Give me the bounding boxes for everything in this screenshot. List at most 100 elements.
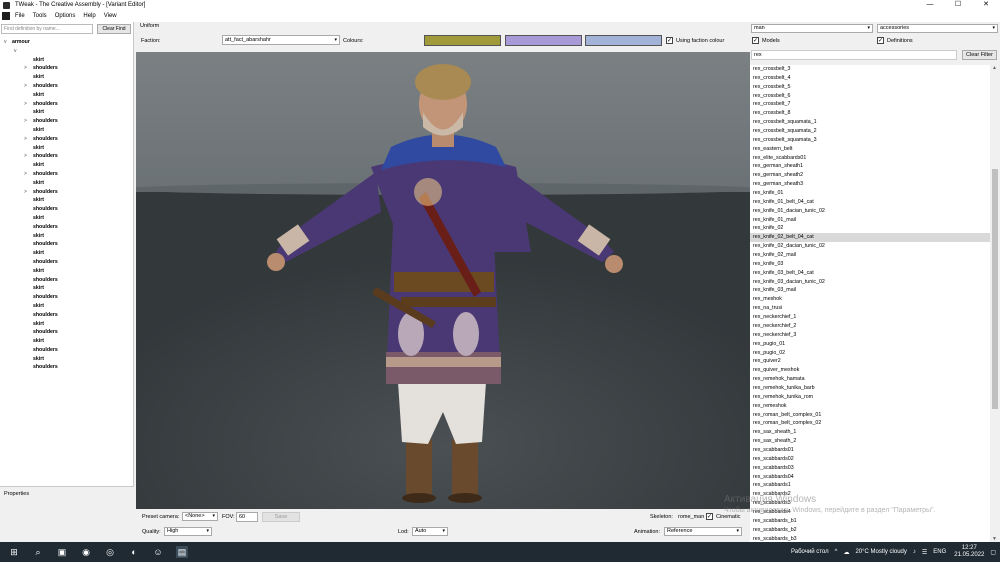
colour-swatch-3[interactable] (585, 35, 662, 46)
tree-item[interactable]: skirt (0, 214, 133, 223)
asset-list-item[interactable]: rex_eastern_belt (750, 145, 990, 154)
asset-list-item[interactable]: rex_knife_02_dacian_tunic_02 (750, 242, 990, 251)
tree-root[interactable]: v armour (0, 38, 133, 47)
asset-list-item[interactable]: rex_scabbards03 (750, 464, 990, 473)
asset-list-item[interactable]: rex_crossbelt_squamata_3 (750, 136, 990, 145)
tree-item[interactable]: skirt (0, 284, 133, 293)
tree-item[interactable]: skirt (0, 267, 133, 276)
model-viewport[interactable] (136, 52, 750, 509)
menu-options[interactable]: Options (55, 13, 76, 19)
tree-item[interactable]: skirt (0, 320, 133, 329)
animation-select[interactable]: Reference ▾ (664, 527, 742, 536)
asset-list-item[interactable]: rex_knife_03 (750, 260, 990, 269)
tree-item[interactable]: > shoulders (0, 100, 133, 109)
definitions-checkbox[interactable]: ✓ Definitions (877, 37, 913, 44)
tree-item[interactable]: shoulders (0, 311, 133, 320)
use-faction-colour-checkbox[interactable]: ✓ Using faction colour (666, 37, 724, 44)
cinematic-checkbox[interactable]: ✓ Cinematic (706, 513, 740, 520)
faction-select[interactable]: att_fact_abarshahr ▾ (222, 35, 340, 45)
chevron-up-icon[interactable]: ^ (835, 549, 838, 555)
asset-list-item[interactable]: rex_knife_03_mail (750, 286, 990, 295)
language-indicator[interactable]: ENG (933, 549, 946, 555)
tree-item[interactable]: skirt (0, 249, 133, 258)
asset-list-item[interactable]: rex_knife_03_dacian_tunic_02 (750, 278, 990, 287)
tree-item[interactable]: skirt (0, 161, 133, 170)
clear-find-button[interactable]: Clear Find (97, 23, 131, 34)
asset-list-item[interactable]: rex_roman_belt_complex_02 (750, 419, 990, 428)
asset-list-item[interactable]: rex_knife_01_dacian_tunic_02 (750, 207, 990, 216)
tree-item[interactable]: skirt (0, 108, 133, 117)
checkbox-checked-icon[interactable]: ✓ (706, 513, 713, 520)
tree-item[interactable]: skirt (0, 179, 133, 188)
tweak-app-icon[interactable]: ▤ (176, 546, 188, 558)
asset-list-item[interactable]: rex_meshok (750, 295, 990, 304)
menu-tools[interactable]: Tools (33, 13, 47, 19)
colour-swatch-2[interactable] (505, 35, 582, 46)
asset-list-item[interactable]: rex_german_sheath1 (750, 162, 990, 171)
asset-list-item[interactable]: rex_neckerchief_2 (750, 322, 990, 331)
search-icon[interactable]: ⌕ (32, 546, 44, 558)
asset-list-item[interactable]: rex_na_trusi (750, 304, 990, 313)
models-checkbox[interactable]: ✓ Models (752, 37, 780, 44)
asset-list-item[interactable]: rex_knife_02_mail (750, 251, 990, 260)
tree-item[interactable]: > shoulders (0, 64, 133, 73)
tree-item[interactable]: shoulders (0, 258, 133, 267)
tree-item[interactable]: shoulders (0, 223, 133, 232)
asset-list-item[interactable]: rex_pugio_01 (750, 340, 990, 349)
asset-list-item[interactable]: rex_quiver2 (750, 357, 990, 366)
type-select[interactable]: accessories ▾ (877, 24, 998, 33)
asset-list-item[interactable]: rex_remeshok (750, 402, 990, 411)
find-definition-input[interactable]: Find definition by name... (1, 23, 93, 34)
tree-item[interactable]: skirt (0, 232, 133, 241)
asset-list-item[interactable]: rex_scabbards1 (750, 481, 990, 490)
asset-list-item[interactable]: rex_knife_03_belt_04_cat (750, 269, 990, 278)
edge-icon[interactable]: ◐ (128, 546, 140, 558)
chevron-right-icon[interactable]: > (24, 135, 27, 144)
asset-list-item[interactable]: rex_scabbards02 (750, 455, 990, 464)
asset-list-item[interactable]: rex_neckerchief_1 (750, 313, 990, 322)
chevron-right-icon[interactable]: > (24, 82, 27, 91)
tree-item[interactable]: > shoulders (0, 170, 133, 179)
checkbox-checked-icon[interactable]: ✓ (666, 37, 673, 44)
tree-item[interactable]: shoulders (0, 240, 133, 249)
asset-list-item[interactable]: rex_scabbards_b2 (750, 526, 990, 535)
tree-item[interactable]: skirt (0, 126, 133, 135)
tree-item[interactable]: skirt (0, 91, 133, 100)
chrome-icon[interactable]: ◉ (80, 546, 92, 558)
asset-list-item[interactable]: rex_neckerchief_3 (750, 331, 990, 340)
chevron-down-icon[interactable]: v (4, 38, 7, 47)
tree-item[interactable]: shoulders (0, 346, 133, 355)
scroll-up-icon[interactable]: ▲ (992, 65, 997, 71)
tree-item[interactable]: shoulders (0, 293, 133, 302)
tree-item[interactable]: skirt (0, 337, 133, 346)
menu-view[interactable]: View (104, 13, 117, 19)
filter-input[interactable]: rex (751, 50, 957, 60)
preset-camera-select[interactable]: <None> ▾ (182, 512, 218, 521)
tree-item[interactable]: > shoulders (0, 152, 133, 161)
people-icon[interactable]: ☺ (152, 546, 164, 558)
save-camera-button[interactable]: Save (262, 512, 300, 522)
tree-item[interactable]: shoulders (0, 363, 133, 372)
desktop-label[interactable]: Рабочий стол (791, 549, 829, 555)
asset-list-item[interactable]: rex_remehok_tunika_barb (750, 384, 990, 393)
task-view-icon[interactable]: ▣ (56, 546, 68, 558)
asset-list-item[interactable]: rex_elite_scabbards01 (750, 154, 990, 163)
tree-item[interactable]: shoulders (0, 276, 133, 285)
weather-icon[interactable]: ☁ (843, 549, 849, 556)
checkbox-checked-icon[interactable]: ✓ (877, 37, 884, 44)
tree-item[interactable]: skirt (0, 196, 133, 205)
menu-file[interactable]: File (15, 13, 25, 19)
tree-item[interactable]: shoulders (0, 205, 133, 214)
asset-list-item[interactable]: rex_crossbelt_5 (750, 83, 990, 92)
chevron-right-icon[interactable]: > (24, 100, 27, 109)
asset-list-item[interactable]: rex_sax_sheath_1 (750, 428, 990, 437)
fov-spinbox[interactable]: 60 (236, 512, 258, 522)
tree-expander[interactable]: v (0, 47, 133, 56)
asset-list-item[interactable]: rex_knife_01_belt_04_cat (750, 198, 990, 207)
tree-item[interactable]: skirt (0, 144, 133, 153)
tree-item[interactable]: > shoulders (0, 117, 133, 126)
asset-list-item[interactable]: rex_scabbards04 (750, 473, 990, 482)
tree-item[interactable]: skirt (0, 56, 133, 65)
asset-list-item[interactable]: rex_remehok_tunika_rom (750, 393, 990, 402)
asset-list-item[interactable]: rex_crossbelt_7 (750, 100, 990, 109)
